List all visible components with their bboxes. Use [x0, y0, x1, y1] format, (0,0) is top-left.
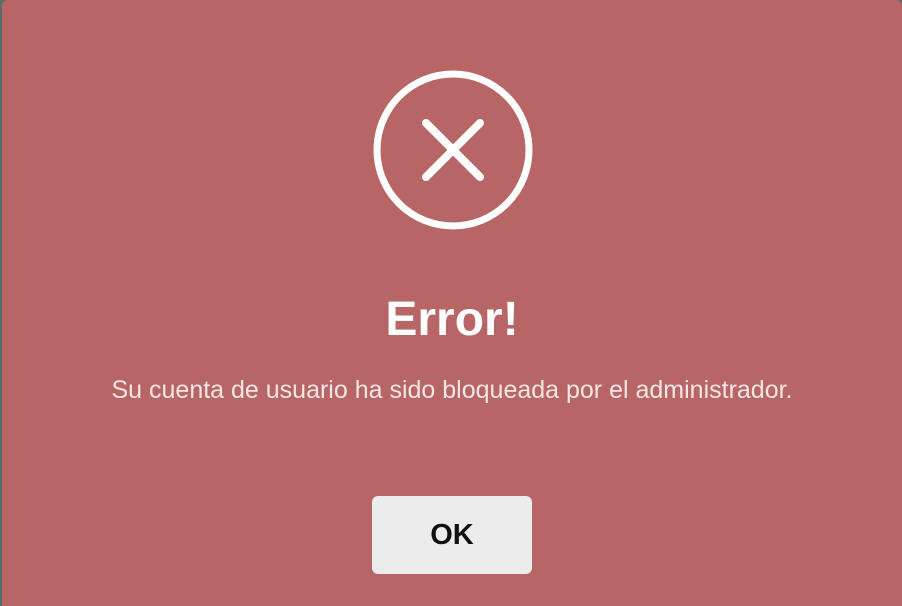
dialog-message: Su cuenta de usuario ha sido bloqueada p…: [111, 376, 793, 404]
dialog-title: Error!: [385, 293, 519, 346]
error-dialog: Error! Su cuenta de usuario ha sido bloq…: [2, 0, 902, 606]
ok-button[interactable]: OK: [372, 496, 532, 574]
error-x-circle-icon: [373, 70, 533, 230]
